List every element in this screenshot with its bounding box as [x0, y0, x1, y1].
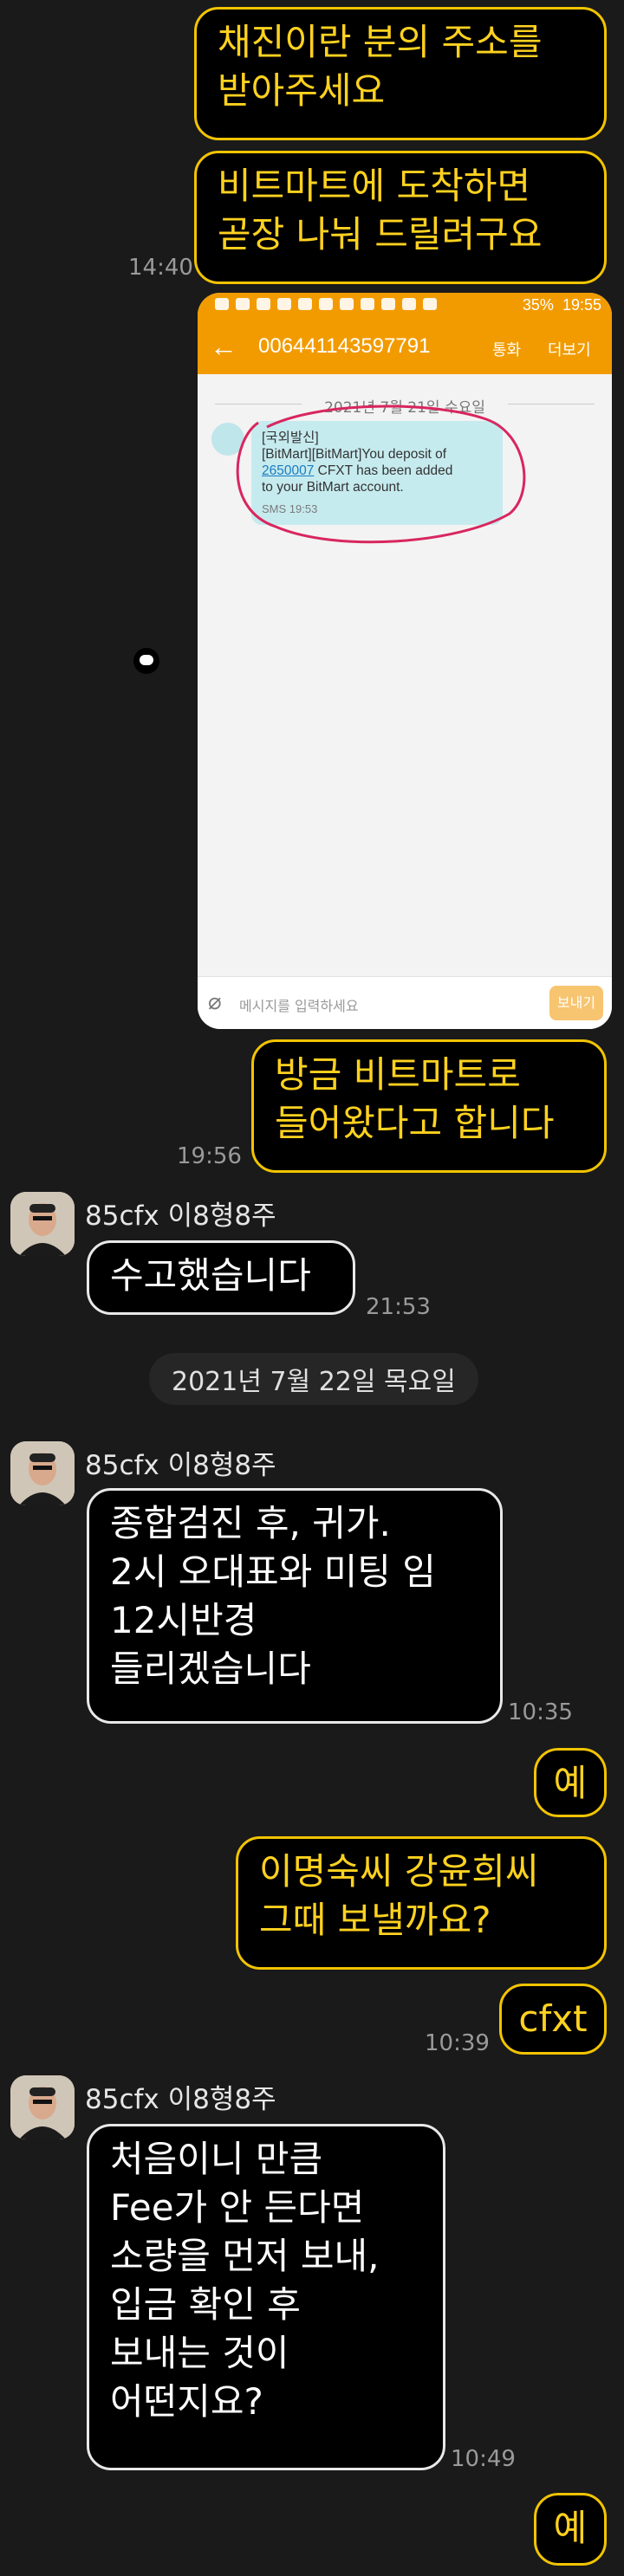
other-message[interactable]: 종합검진 후, 귀가. 2시 오대표와 미팅 임 12시반경 들리겠습니다 — [87, 1488, 503, 1724]
my-message-address[interactable]: 채진이란 분의 주소를 받아주세요 — [194, 7, 607, 140]
phone-message-input[interactable]: 메시지를 입력하세요 — [239, 994, 359, 1015]
message-time: 21:53 — [366, 1294, 431, 1320]
paperclip-icon[interactable]: ⌀ — [208, 989, 222, 1015]
chat-bubble-icon[interactable] — [133, 648, 159, 674]
sender-name: 85cfx 이8형8주 — [85, 2084, 276, 2115]
my-message-bitmart[interactable]: 비트마트에 도착하면 곧장 나눠 드릴려구요 — [194, 151, 607, 284]
message-time: 10:39 — [425, 2030, 490, 2056]
my-message-cfxt[interactable]: cfxt — [499, 1984, 607, 2055]
date-divider: 2021년 7월 22일 목요일 — [149, 1353, 478, 1405]
my-message-arrived[interactable]: 방금 비트마트로 들어왔다고 합니다 — [251, 1039, 607, 1173]
my-message-yes[interactable]: 예 — [534, 1748, 607, 1817]
sender-avatar[interactable] — [10, 1192, 75, 1256]
other-message[interactable]: 수고했습니다 — [87, 1240, 355, 1315]
other-message[interactable]: 처음이니 만큼 Fee가 안 든다면 소량을 먼저 보내, 입금 확인 후 보내… — [87, 2124, 445, 2470]
red-circle-annotation — [236, 405, 526, 544]
message-time: 14:40 — [128, 255, 193, 281]
message-time: 19:56 — [177, 1143, 242, 1169]
sender-name: 85cfx 이8형8주 — [85, 1201, 276, 1232]
phone-input-bar: ⌀ 메시지를 입력하세요 보내기 — [198, 976, 612, 1029]
embedded-phone-screenshot[interactable]: 35% 19:55 ← 006441143597791 통화 더보기 2021년… — [198, 293, 612, 1029]
sender-name: 85cfx 이8형8주 — [85, 1450, 276, 1481]
message-time: 10:35 — [508, 1699, 573, 1725]
sender-avatar[interactable] — [10, 2075, 75, 2139]
phone-send-button[interactable]: 보내기 — [549, 986, 603, 1020]
my-message-names[interactable]: 이명숙씨 강윤희씨 그때 보낼까요? — [236, 1836, 607, 1970]
my-message-yes[interactable]: 예 — [534, 2493, 607, 2566]
message-time: 10:49 — [451, 2446, 516, 2472]
sender-avatar[interactable] — [10, 1441, 75, 1505]
